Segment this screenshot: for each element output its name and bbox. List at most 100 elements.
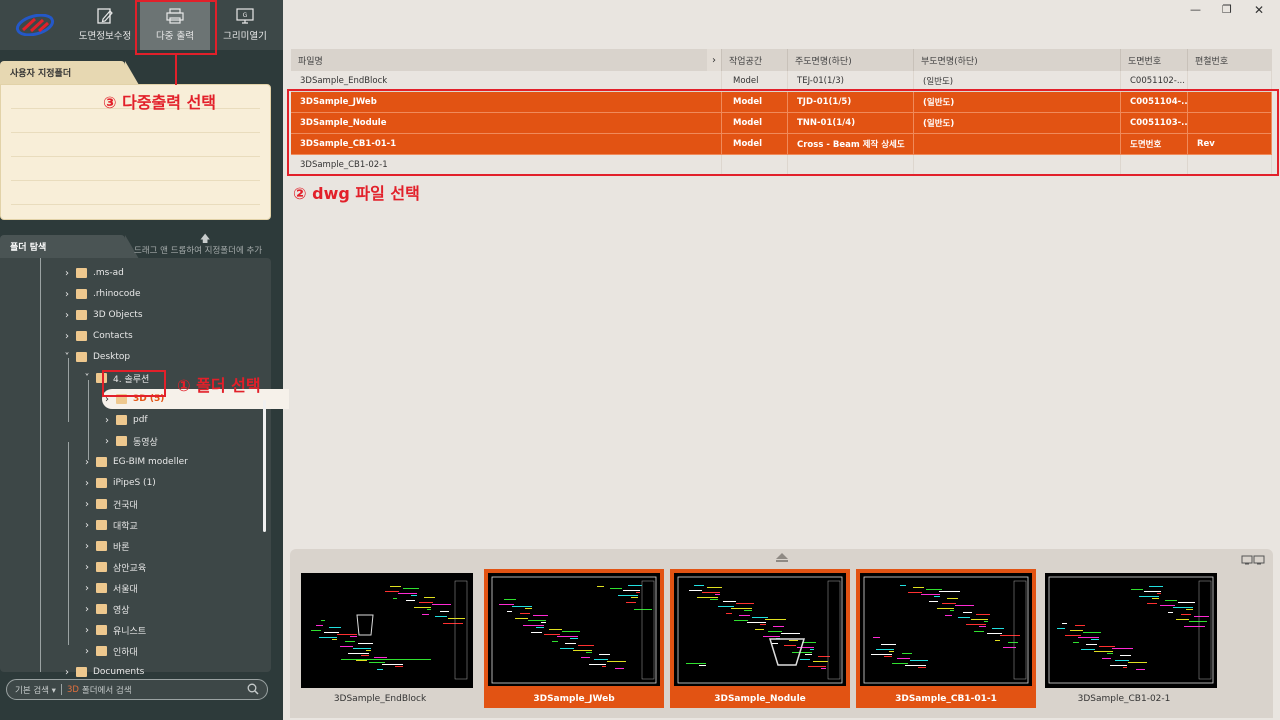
annotation-step2: ② dwg 파일 선택 xyxy=(293,184,420,203)
chevron-right-icon[interactable]: › xyxy=(102,415,112,426)
chevron-down-icon[interactable]: ˅ xyxy=(82,373,92,384)
folder-icon xyxy=(96,457,107,467)
folder-search-bar[interactable]: 기본 검색 ▾ 3D 폴더에서 검색 xyxy=(6,679,268,700)
tree-node[interactable]: › 대학교 xyxy=(82,515,138,535)
annotation-step1: ① 폴더 선택 xyxy=(177,376,261,395)
chevron-right-icon[interactable]: › xyxy=(82,646,92,657)
thumbnail-caption: 3DSample_CB1-02-1 xyxy=(1077,694,1171,704)
tree-node-label: 삼안교육 xyxy=(113,563,147,574)
chevron-right-icon[interactable]: › xyxy=(82,478,92,489)
folder-icon xyxy=(96,499,107,509)
tree-node[interactable]: › 삼안교육 xyxy=(82,557,146,577)
tree-node[interactable]: › 유니스트 xyxy=(82,620,146,640)
open-grimi-button[interactable]: G 그리미열기 xyxy=(210,0,280,50)
tree-node[interactable]: ˅ Desktop xyxy=(62,347,131,367)
minimize-button[interactable]: — xyxy=(1190,3,1201,16)
tree-node[interactable]: › 바론 xyxy=(82,536,130,556)
drawing-preview xyxy=(674,573,846,686)
folder-icon xyxy=(116,436,127,446)
tree-guide-line xyxy=(40,258,41,672)
logo-icon xyxy=(15,14,55,36)
chevron-right-icon[interactable]: › xyxy=(82,499,92,510)
column-label: 파일명 xyxy=(298,56,323,67)
drawing-preview xyxy=(860,573,1032,686)
tree-node[interactable]: › 3D Objects xyxy=(62,305,143,325)
column-label: 도면번호 xyxy=(1128,56,1162,67)
tree-node[interactable]: › Contacts xyxy=(62,326,133,346)
drawing-thumbnail[interactable]: 3DSample_Nodule xyxy=(670,569,850,708)
chevron-right-icon[interactable]: › xyxy=(82,562,92,573)
folder-icon xyxy=(96,604,107,614)
chevron-right-icon[interactable]: › xyxy=(62,268,72,279)
search-icon[interactable] xyxy=(247,683,259,695)
drawing-thumbnail[interactable]: 3DSample_EndBlock xyxy=(290,569,473,708)
restore-button[interactable]: ❐ xyxy=(1222,3,1232,16)
chevron-right-icon[interactable]: › xyxy=(62,331,72,342)
collapse-bar-icon[interactable] xyxy=(776,560,788,562)
favorites-tab[interactable]: 사용자 지정폴더 xyxy=(0,61,139,85)
tree-node[interactable]: › 서울대 xyxy=(82,578,138,598)
thumbnail-caption: 3DSample_CB1-01-1 xyxy=(895,694,997,704)
chevron-right-icon[interactable]: › xyxy=(62,310,72,321)
folder-icon xyxy=(76,352,87,362)
column-header-main-title[interactable]: 주도면명(하단) xyxy=(788,49,914,71)
edit-drawing-info-label: 도면정보수정 xyxy=(78,31,132,42)
folder-icon xyxy=(76,310,87,320)
search-separator xyxy=(60,684,62,695)
tree-node-label: 서울대 xyxy=(113,584,138,595)
chevron-right-icon[interactable]: › xyxy=(82,520,92,531)
chevron-right-icon[interactable]: › xyxy=(82,457,92,468)
tree-scrollbar[interactable] xyxy=(263,400,266,532)
tree-guide-line xyxy=(88,380,89,460)
view-mode-icons[interactable] xyxy=(1241,555,1265,565)
annotation-step3: ③ 다중출력 선택 xyxy=(103,93,217,112)
edit-drawing-info-button[interactable]: 도면정보수정 xyxy=(70,0,140,50)
drawing-thumbnail[interactable]: 3DSample_CB1-01-1 xyxy=(856,569,1036,708)
chevron-right-icon[interactable]: › xyxy=(62,289,72,300)
tree-node-label: Documents xyxy=(93,667,145,677)
drawing-thumbnail[interactable]: 3DSample_JWeb xyxy=(484,569,664,708)
chevron-right-icon[interactable]: › xyxy=(82,625,92,636)
column-header-workspace[interactable]: 작업공간 xyxy=(722,49,788,71)
chevron-right-icon[interactable]: › xyxy=(82,541,92,552)
collapse-arrow-icon[interactable] xyxy=(776,553,788,559)
favorites-line xyxy=(11,157,260,181)
column-header-drawing-number[interactable]: 도면번호 xyxy=(1121,49,1188,71)
folder-icon xyxy=(96,562,107,572)
folder-icon xyxy=(96,583,107,593)
chevron-down-icon[interactable]: ˅ xyxy=(62,352,72,363)
search-input[interactable]: 폴더에서 검색 xyxy=(82,684,132,696)
tree-node[interactable]: › 건국대 xyxy=(82,494,138,514)
chevron-right-icon[interactable]: › xyxy=(707,49,721,71)
tree-node[interactable]: › iPipeS (1) xyxy=(82,473,156,493)
view-mode-icon[interactable] xyxy=(1241,555,1265,565)
tree-node[interactable]: › 인하대 xyxy=(82,641,138,661)
folder-navigator-tab[interactable]: 폴더 탐색 xyxy=(0,235,139,259)
tree-node-label: 건국대 xyxy=(113,500,138,511)
folder-icon xyxy=(76,667,87,677)
tree-node[interactable]: › EG-BIM modeller xyxy=(82,452,188,472)
tree-node[interactable]: › 동영상 xyxy=(102,431,158,451)
column-header-binding-number[interactable]: 편철번호 xyxy=(1188,49,1272,71)
column-header-filename[interactable]: 파일명 › xyxy=(291,49,722,71)
tree-node-label: iPipeS (1) xyxy=(113,478,156,488)
chevron-right-icon[interactable]: › xyxy=(82,583,92,594)
folder-icon xyxy=(96,625,107,635)
tree-node-label: Contacts xyxy=(93,331,133,341)
tree-node[interactable]: › 영상 xyxy=(82,599,130,619)
table-header: 파일명 › 작업공간 주도면명(하단) 부도면명(하단) 도면번호 편철번호 xyxy=(291,49,1272,71)
chevron-right-icon[interactable]: › xyxy=(102,436,112,447)
drawing-thumbnail[interactable]: 3DSample_CB1-02-1 xyxy=(1034,569,1217,708)
close-button[interactable]: ✕ xyxy=(1254,3,1264,17)
tree-node-label: 인하대 xyxy=(113,647,138,658)
column-header-sub-title[interactable]: 부도면명(하단) xyxy=(914,49,1121,71)
folder-icon xyxy=(76,331,87,341)
chevron-right-icon[interactable]: › xyxy=(62,667,72,678)
drawing-preview xyxy=(488,573,660,686)
tree-node[interactable]: › .rhinocode xyxy=(62,284,141,304)
drawing-preview xyxy=(1045,573,1217,688)
search-mode-select[interactable]: 기본 검색 ▾ xyxy=(15,684,56,696)
tree-node[interactable]: › pdf xyxy=(102,410,148,430)
tree-node[interactable]: › .ms-ad xyxy=(62,263,124,283)
chevron-right-icon[interactable]: › xyxy=(82,604,92,615)
